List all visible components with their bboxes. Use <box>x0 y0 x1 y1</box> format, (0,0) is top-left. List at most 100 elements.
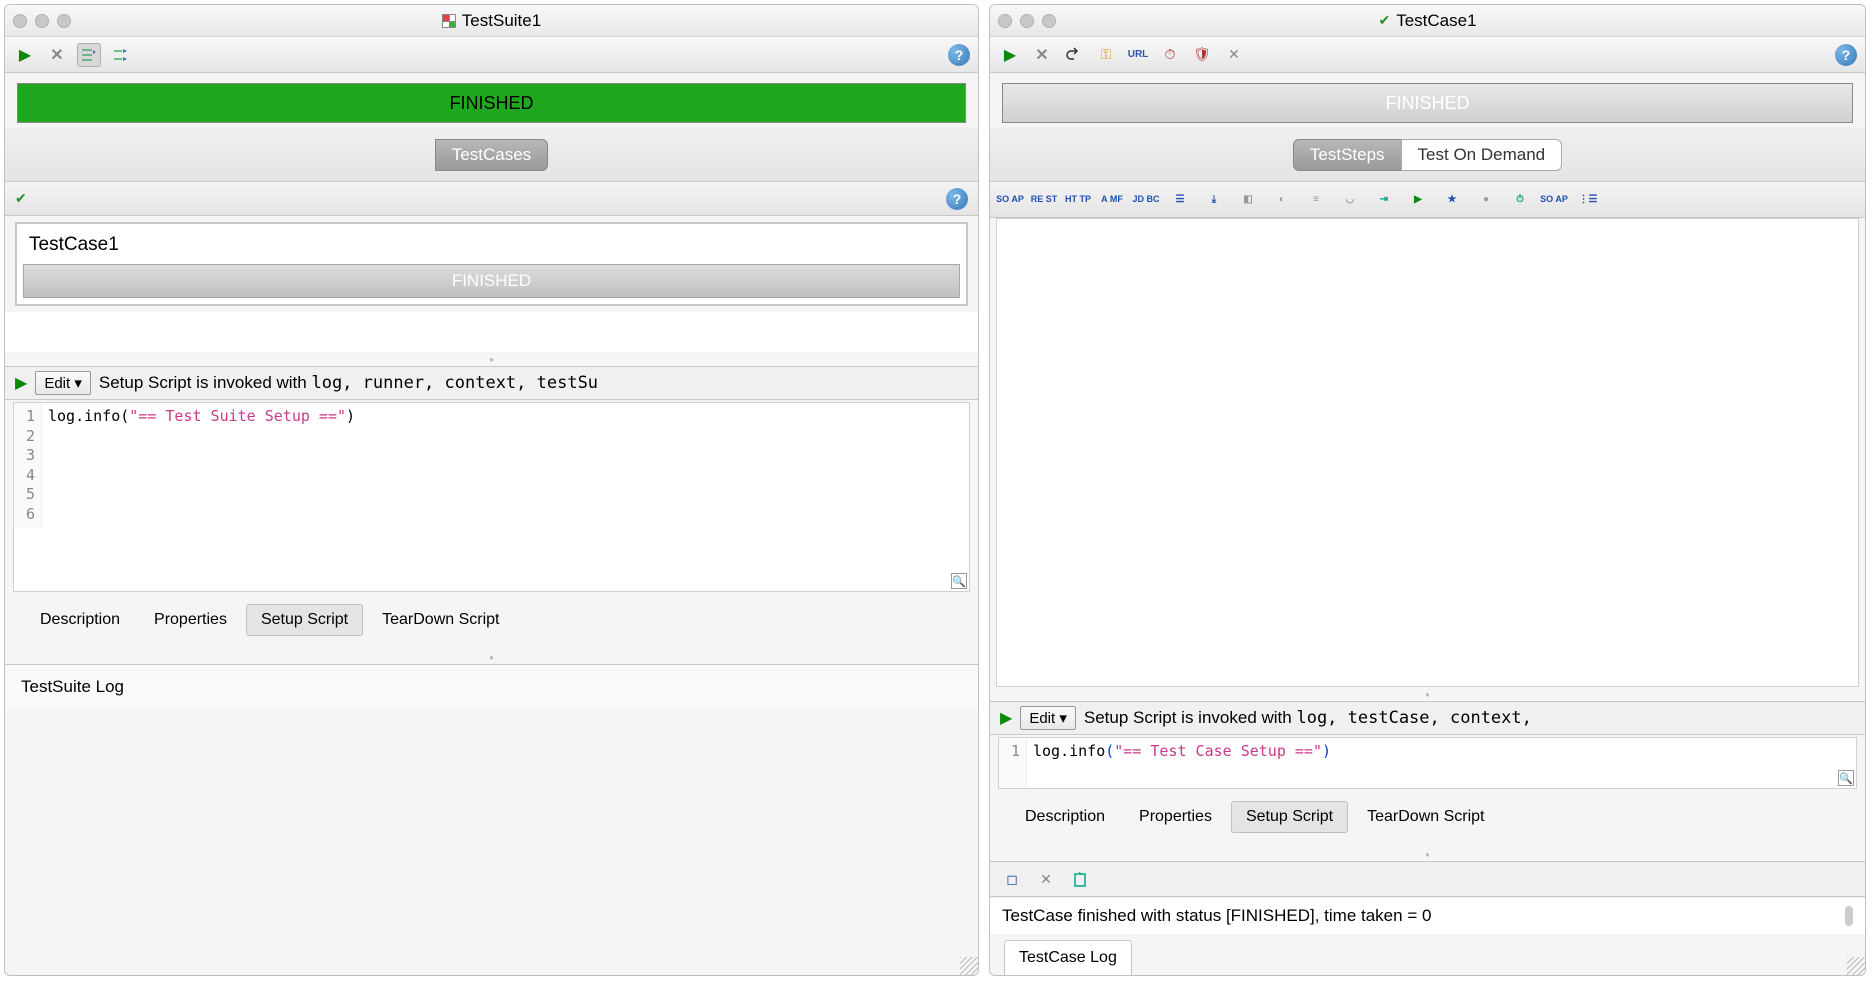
find-icon[interactable]: 🔍 <box>1838 770 1854 786</box>
testcase-icon: ✔ <box>1378 12 1390 29</box>
loop-step-icon[interactable]: ◡ <box>1336 188 1364 212</box>
add-jdbc-step[interactable]: JD BC <box>1132 188 1160 212</box>
expand-log-icon[interactable]: ◻ <box>1000 867 1024 891</box>
edit-button[interactable]: Edit ▾ <box>1020 706 1076 730</box>
add-soap-step[interactable]: SO AP <box>996 188 1024 212</box>
tab-properties[interactable]: Properties <box>139 604 242 636</box>
line-gutter: 1 <box>999 738 1027 788</box>
testcase-window: ✔ TestCase1 ▶ ✕ ⚿ URL ⏱ 🛡 ✕ ? FINISHED T… <box>989 4 1866 976</box>
code-area[interactable]: log.info("== Test Suite Setup ==") <box>42 403 969 528</box>
parallel-button[interactable] <box>109 43 133 67</box>
list-step-icon[interactable]: ⋮☰ <box>1574 188 1602 212</box>
tab-teststeps[interactable]: TestSteps <box>1293 139 1402 171</box>
zoom-dot[interactable] <box>57 14 71 28</box>
datasource-step-icon[interactable]: ◧ <box>1234 188 1262 212</box>
split-handle[interactable]: ● <box>5 352 978 366</box>
tab-setup-script[interactable]: Setup Script <box>246 604 363 636</box>
testcase-name: TestCase1 <box>23 230 960 264</box>
minimize-dot[interactable] <box>35 14 49 28</box>
datagen-step-icon[interactable]: ≡ <box>1302 188 1330 212</box>
tab-description[interactable]: Description <box>25 604 135 636</box>
split-handle[interactable]: ● <box>5 650 978 664</box>
log-tab[interactable]: TestCase Log <box>1004 940 1132 975</box>
tab-test-on-demand[interactable]: Test On Demand <box>1401 139 1563 171</box>
window-title: ✔ TestCase1 <box>990 11 1865 31</box>
tab-properties[interactable]: Properties <box>1124 801 1227 833</box>
line-gutter: 123456 <box>14 403 42 528</box>
scrollbar-thumb[interactable] <box>1845 906 1853 926</box>
resize-grip[interactable] <box>1847 957 1865 975</box>
properties-step-icon[interactable]: ☰ <box>1166 188 1194 212</box>
log-message: TestCase finished with status [FINISHED]… <box>990 897 1865 934</box>
split-handle[interactable]: ● <box>990 847 1865 861</box>
cancel-button[interactable]: ✕ <box>45 43 69 67</box>
options-log-icon[interactable]: ✕ <box>1034 867 1058 891</box>
run-tc-step-icon[interactable]: ▶ <box>1404 188 1432 212</box>
testcase-panel[interactable]: TestCase1 FINISHED <box>15 222 968 306</box>
help-icon[interactable]: ? <box>948 44 970 66</box>
testcase-check-icon[interactable]: ✔ <box>15 190 27 207</box>
testsuite-window: TestSuite1 ▶ ✕ ? FINISHED TestCases ✔ ? … <box>4 4 979 976</box>
assertion-step-icon[interactable]: ★ <box>1438 188 1466 212</box>
find-icon[interactable]: 🔍 <box>951 573 967 589</box>
tab-teardown-script[interactable]: TearDown Script <box>1352 801 1499 833</box>
split-handle[interactable]: ● <box>990 687 1865 701</box>
testcases-toolbar: ✔ ? <box>5 182 978 216</box>
add-rest-step[interactable]: RE ST <box>1030 188 1058 212</box>
goto-step-icon[interactable]: ⇥ <box>1370 188 1398 212</box>
tab-description[interactable]: Description <box>1010 801 1120 833</box>
add-amf-step[interactable]: A MF <box>1098 188 1126 212</box>
close-dot[interactable] <box>998 14 1012 28</box>
run-button[interactable]: ▶ <box>998 43 1022 67</box>
shield-icon[interactable]: 🛡 <box>1190 43 1214 67</box>
testcase-status: FINISHED <box>23 264 960 298</box>
log-label[interactable]: TestSuite Log <box>5 664 978 709</box>
tab-teardown-script[interactable]: TearDown Script <box>367 604 514 636</box>
transfer-step-icon[interactable]: ⤓ <box>1200 188 1228 212</box>
soap-step-icon2[interactable]: SO AP <box>1540 188 1568 212</box>
script-description: Setup Script is invoked with log, testCa… <box>1084 708 1532 728</box>
log-toolbar: ◻ ✕ <box>990 861 1865 897</box>
cancel-button[interactable]: ✕ <box>1030 43 1054 67</box>
suite-tabs: TestCases <box>5 127 978 182</box>
run-button[interactable]: ▶ <box>13 43 37 67</box>
options-button[interactable]: ✕ <box>1222 43 1246 67</box>
zoom-dot[interactable] <box>1042 14 1056 28</box>
titlebar[interactable]: ✔ TestCase1 <box>990 5 1865 37</box>
sequential-button[interactable] <box>77 43 101 67</box>
close-dot[interactable] <box>13 14 27 28</box>
tab-testcases[interactable]: TestCases <box>435 139 548 171</box>
bottom-tabs: Description Properties Setup Script Tear… <box>5 594 978 650</box>
edit-button[interactable]: Edit ▾ <box>35 371 91 395</box>
help-icon[interactable]: ? <box>1835 44 1857 66</box>
timer-icon[interactable]: ⏱ <box>1158 43 1182 67</box>
script-editor[interactable]: 123456 log.info("== Test Suite Setup =="… <box>13 402 970 592</box>
loop-button[interactable] <box>1062 43 1086 67</box>
setup-script-header: ▶ Edit ▾ Setup Script is invoked with lo… <box>5 366 978 400</box>
steps-list[interactable] <box>996 218 1859 687</box>
window-controls <box>998 14 1056 28</box>
toolbar-main: ▶ ✕ ? <box>5 37 978 73</box>
run-script-button[interactable]: ▶ <box>1000 708 1012 728</box>
tab-setup-script[interactable]: Setup Script <box>1231 801 1348 833</box>
mock-step-icon[interactable]: ● <box>1472 188 1500 212</box>
bottom-tabs: Description Properties Setup Script Tear… <box>990 791 1865 847</box>
titlebar[interactable]: TestSuite1 <box>5 5 978 37</box>
steps-toolbar: SO AP RE ST HT TP A MF JD BC ☰ ⤓ ◧ ◐ ≡ ◡… <box>990 182 1865 218</box>
help-icon[interactable]: ? <box>946 188 968 210</box>
case-tabs: TestSteps Test On Demand <box>990 127 1865 182</box>
script-editor[interactable]: 1 log.info("== Test Case Setup ==") 🔍 <box>998 737 1857 789</box>
credentials-button[interactable]: ⚿ <box>1094 43 1118 67</box>
minimize-dot[interactable] <box>1020 14 1034 28</box>
run-script-button[interactable]: ▶ <box>15 373 27 393</box>
code-area[interactable]: log.info("== Test Case Setup ==") <box>1027 738 1856 788</box>
export-log-icon[interactable] <box>1068 867 1092 891</box>
delay-step-icon[interactable]: ⏱ <box>1506 188 1534 212</box>
add-http-step[interactable]: HT TP <box>1064 188 1092 212</box>
resize-grip[interactable] <box>960 957 978 975</box>
datasink-step-icon[interactable]: ◐ <box>1268 188 1296 212</box>
status-bar: FINISHED <box>17 83 966 123</box>
url-button[interactable]: URL <box>1126 43 1150 67</box>
window-controls <box>13 14 71 28</box>
script-description: Setup Script is invoked with log, runner… <box>99 373 598 393</box>
